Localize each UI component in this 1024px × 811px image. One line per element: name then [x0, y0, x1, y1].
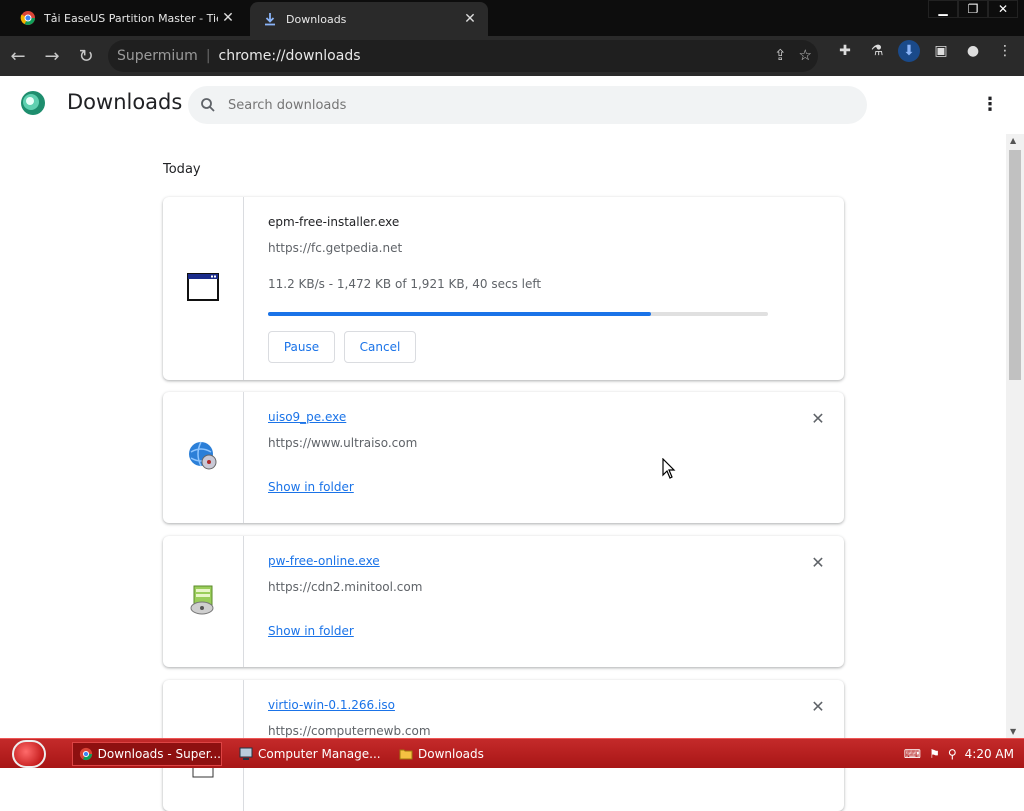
- tab-downloads[interactable]: Downloads ✕: [250, 2, 488, 36]
- file-name-link[interactable]: pw-free-online.exe: [268, 554, 380, 568]
- task-label: Downloads: [418, 747, 484, 761]
- window-app-icon: [187, 272, 219, 305]
- keyboard-icon[interactable]: ⌨: [904, 747, 921, 761]
- back-icon[interactable]: ←: [2, 40, 34, 72]
- reload-icon[interactable]: ↻: [70, 40, 102, 72]
- downloads-logo-icon: [20, 90, 46, 116]
- tab-title: Tải EaseUS Partition Master - Tiện í: [44, 11, 218, 25]
- omnibox-separator: |: [205, 48, 211, 64]
- downloads-header: Downloads ⋮: [0, 76, 1024, 132]
- taskbar-item-downloads-browser[interactable]: Downloads - Super...: [72, 742, 222, 766]
- search-tray-icon[interactable]: ⚲: [948, 747, 957, 761]
- bookmark-star-icon[interactable]: ☆: [799, 46, 812, 64]
- restore-icon[interactable]: ❐: [958, 0, 988, 18]
- tab-strip: Tải EaseUS Partition Master - Tiện í ✕ D…: [0, 0, 1024, 36]
- tab-title: Downloads: [286, 12, 347, 26]
- download-item: uiso9_pe.exe https://www.ultraiso.com Sh…: [163, 392, 844, 523]
- share-icon[interactable]: ⇪: [774, 46, 787, 64]
- tab-easeus[interactable]: Tải EaseUS Partition Master - Tiện í ✕: [8, 0, 246, 36]
- taskbar-item-downloads-folder[interactable]: Downloads: [392, 742, 542, 766]
- download-item: epm-free-installer.exe https://fc.getped…: [163, 197, 844, 380]
- search-input[interactable]: [228, 97, 828, 113]
- start-button[interactable]: [12, 740, 46, 768]
- toolbar-actions: ✚ ⚗ ⬇ ▣ ● ⋮: [834, 40, 1016, 62]
- cancel-button[interactable]: Cancel: [344, 331, 416, 363]
- show-in-folder-link[interactable]: Show in folder: [268, 624, 354, 638]
- taskbar: Downloads - Super... Computer Manage... …: [0, 738, 1024, 768]
- scroll-up-icon[interactable]: ▲: [1010, 136, 1016, 145]
- download-progress-bar: [268, 312, 768, 316]
- forward-icon[interactable]: →: [36, 40, 68, 72]
- progress-fill: [268, 312, 651, 316]
- date-section-label: Today: [163, 162, 201, 177]
- browser-menu-icon[interactable]: ⋮: [994, 40, 1016, 62]
- show-in-folder-link[interactable]: Show in folder: [268, 480, 354, 494]
- url-text: chrome://downloads: [218, 48, 361, 64]
- source-url[interactable]: https://www.ultraiso.com: [268, 436, 417, 450]
- profile-avatar-icon[interactable]: ●: [962, 40, 984, 62]
- scroll-down-icon[interactable]: ▼: [1010, 727, 1016, 736]
- clock[interactable]: 4:20 AM: [965, 747, 1014, 761]
- remove-item-icon[interactable]: ✕: [810, 553, 826, 572]
- source-url[interactable]: https://cdn2.minitool.com: [268, 580, 422, 594]
- page-scrollbar[interactable]: ▲ ▼: [1006, 134, 1024, 738]
- side-panel-icon[interactable]: ▣: [930, 40, 952, 62]
- network-icon[interactable]: ⚑: [929, 747, 940, 761]
- file-name-link[interactable]: uiso9_pe.exe: [268, 410, 346, 424]
- remove-item-icon[interactable]: ✕: [810, 697, 826, 716]
- search-icon: [188, 97, 228, 113]
- file-name-link[interactable]: virtio-win-0.1.266.iso: [268, 698, 395, 712]
- window-controls: ▁ ❐ ✕: [928, 0, 1018, 18]
- remove-item-icon[interactable]: ✕: [810, 409, 826, 428]
- more-actions-icon[interactable]: ⋮: [978, 92, 1002, 116]
- source-url[interactable]: https://fc.getpedia.net: [268, 241, 402, 255]
- labs-flask-icon[interactable]: ⚗: [866, 40, 888, 62]
- task-label: Computer Manage...: [258, 747, 381, 761]
- downloads-page: Downloads ⋮ ▲ ▼ Today epm-free-installer…: [0, 76, 1024, 811]
- globe-cd-icon: [187, 440, 219, 476]
- computer-management-icon: [238, 746, 254, 762]
- tab-close-icon[interactable]: ✕: [460, 11, 480, 27]
- task-label: Downloads - Super...: [97, 747, 221, 761]
- scrollbar-thumb[interactable]: [1009, 150, 1021, 380]
- minimize-icon[interactable]: ▁: [928, 0, 958, 18]
- chrome-icon: [79, 746, 94, 762]
- installer-disk-icon: [188, 584, 218, 620]
- browser-name: Supermium: [117, 48, 198, 64]
- downloads-icon[interactable]: ⬇: [898, 40, 920, 62]
- folder-icon: [398, 746, 414, 762]
- file-name[interactable]: epm-free-installer.exe: [268, 215, 399, 229]
- pause-button[interactable]: Pause: [268, 331, 335, 363]
- download-item: pw-free-online.exe https://cdn2.minitool…: [163, 536, 844, 667]
- search-box[interactable]: [188, 86, 867, 124]
- page-title: Downloads: [67, 90, 183, 114]
- chrome-favicon-icon: [20, 10, 36, 26]
- source-url[interactable]: https://computernewb.com: [268, 724, 431, 738]
- download-status: 11.2 KB/s - 1,472 KB of 1,921 KB, 40 sec…: [268, 277, 542, 291]
- taskbar-item-computer-management[interactable]: Computer Manage...: [232, 742, 382, 766]
- address-bar[interactable]: Supermium | chrome://downloads ⇪ ☆: [108, 40, 818, 72]
- tab-close-icon[interactable]: ✕: [218, 10, 238, 26]
- system-tray: ⌨ ⚑ ⚲ 4:20 AM: [904, 741, 1024, 767]
- download-favicon-icon: [262, 11, 278, 27]
- mouse-cursor-icon: [662, 457, 676, 484]
- close-icon[interactable]: ✕: [988, 0, 1018, 18]
- extensions-icon[interactable]: ✚: [834, 40, 856, 62]
